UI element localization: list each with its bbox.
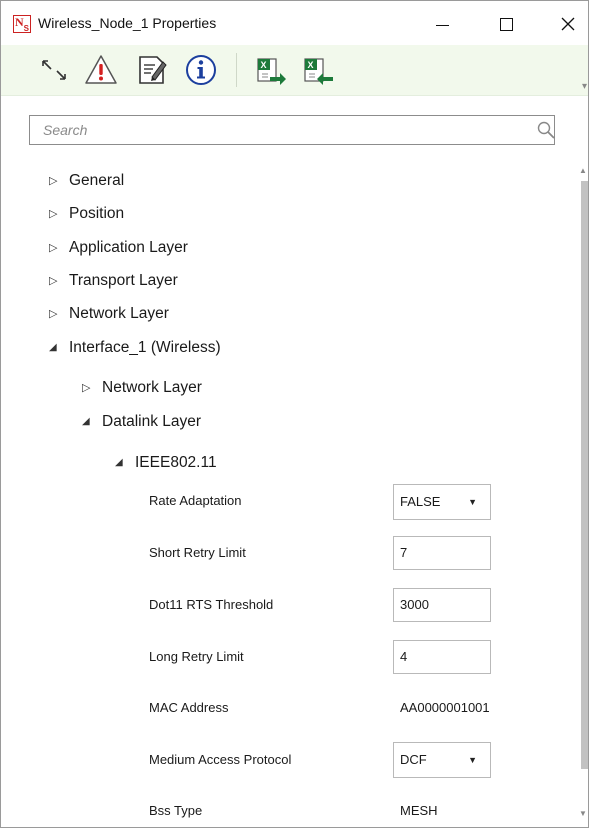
excel-export-icon: X [257, 58, 286, 85]
tree-item-network-layer[interactable]: ▷ Network Layer [49, 301, 169, 327]
expand-collapse-icon [42, 60, 66, 80]
property-label-dot11-rts-threshold: Dot11 RTS Threshold [149, 597, 274, 612]
info-icon [186, 55, 216, 85]
short-retry-limit-input[interactable]: 7 [393, 536, 491, 570]
toolbar-separator [236, 53, 237, 87]
select-value: FALSE [400, 494, 441, 509]
tree-item-label: Network Layer [69, 305, 169, 322]
excel-import-icon: X [304, 58, 333, 85]
select-value: DCF [400, 752, 427, 767]
search-icon[interactable] [536, 120, 556, 140]
toolbar: X X ▾ [1, 45, 588, 96]
property-label-rate-adaptation: Rate Adaptation [149, 493, 242, 508]
expanded-arrow-icon: ◢ [49, 342, 57, 353]
tree-item-label: Network Layer [102, 379, 202, 396]
tree-item-datalink-layer[interactable]: ◢ Datalink Layer [82, 409, 201, 435]
close-button[interactable] [545, 7, 588, 41]
edit-document-icon [139, 56, 167, 84]
app-logo-icon: NS [13, 15, 31, 33]
expand-collapse-button[interactable] [37, 53, 71, 87]
scroll-down-arrow-icon[interactable]: ▼ [579, 809, 587, 818]
property-label-bss-type: Bss Type [149, 803, 203, 818]
expanded-arrow-icon: ◢ [115, 457, 123, 468]
tree-item-transport-layer[interactable]: ▷ Transport Layer [49, 268, 178, 294]
search-input[interactable] [30, 116, 520, 144]
property-label-long-retry-limit: Long Retry Limit [149, 649, 244, 664]
collapsed-arrow-icon: ▷ [49, 175, 58, 187]
mac-address-value: AA0000001001 [400, 700, 490, 715]
tree-item-interface-1[interactable]: ◢ Interface_1 (Wireless) [49, 335, 221, 361]
info-button[interactable] [184, 53, 218, 87]
tree-item-label: Application Layer [69, 239, 188, 256]
collapsed-arrow-icon: ▷ [49, 308, 58, 320]
collapsed-arrow-icon: ▷ [82, 382, 91, 394]
search-box [29, 115, 555, 145]
collapsed-arrow-icon: ▷ [49, 208, 58, 220]
warning-button[interactable] [84, 53, 118, 87]
property-label-medium-access-protocol: Medium Access Protocol [149, 752, 292, 767]
toolbar-overflow-icon[interactable]: ▾ [582, 81, 587, 92]
excel-import-button[interactable]: X [301, 53, 335, 87]
close-icon [561, 17, 575, 31]
scroll-up-arrow-icon[interactable]: ▲ [579, 166, 587, 175]
expanded-arrow-icon: ◢ [82, 416, 90, 427]
maximize-button[interactable] [483, 7, 529, 41]
maximize-icon [500, 18, 513, 31]
medium-access-protocol-select[interactable]: DCF ▼ [393, 742, 491, 778]
tree-item-label: Interface_1 (Wireless) [69, 339, 221, 356]
excel-export-button[interactable]: X [254, 53, 288, 87]
svg-text:X: X [261, 60, 267, 70]
dropdown-caret-icon: ▼ [468, 497, 477, 507]
rate-adaptation-select[interactable]: FALSE ▼ [393, 484, 491, 520]
tree-item-label: IEEE802.11 [135, 454, 217, 471]
title-bar[interactable]: NS Wireless_Node_1 Properties [1, 1, 588, 45]
dropdown-caret-icon: ▼ [468, 755, 477, 765]
long-retry-limit-input[interactable]: 4 [393, 640, 491, 674]
property-label-mac-address: MAC Address [149, 700, 229, 715]
minimize-icon [436, 25, 449, 26]
tree-item-ieee80211[interactable]: ◢ IEEE802.11 [115, 450, 217, 476]
tree-item-label: Position [69, 205, 125, 222]
window-title: Wireless_Node_1 Properties [38, 15, 217, 31]
svg-text:X: X [308, 60, 314, 70]
collapsed-arrow-icon: ▷ [49, 242, 58, 254]
collapsed-arrow-icon: ▷ [49, 275, 58, 287]
tree-item-general[interactable]: ▷ General [49, 168, 124, 194]
tree-item-application-layer[interactable]: ▷ Application Layer [49, 235, 188, 261]
edit-document-button[interactable] [135, 53, 169, 87]
tree-item-interface-network-layer[interactable]: ▷ Network Layer [82, 375, 202, 401]
tree-item-label: Datalink Layer [102, 413, 202, 430]
minimize-button[interactable] [419, 7, 465, 41]
bss-type-value: MESH [400, 803, 438, 818]
warning-icon [85, 55, 117, 84]
scrollbar-thumb[interactable] [581, 181, 588, 769]
dot11-rts-threshold-input[interactable]: 3000 [393, 588, 491, 622]
property-label-short-retry-limit: Short Retry Limit [149, 545, 246, 560]
tree-item-position[interactable]: ▷ Position [49, 201, 124, 227]
properties-window: NS Wireless_Node_1 Properties X X ▾ Sear… [0, 0, 589, 828]
tree-item-label: General [69, 172, 125, 189]
tree-item-label: Transport Layer [69, 272, 178, 289]
